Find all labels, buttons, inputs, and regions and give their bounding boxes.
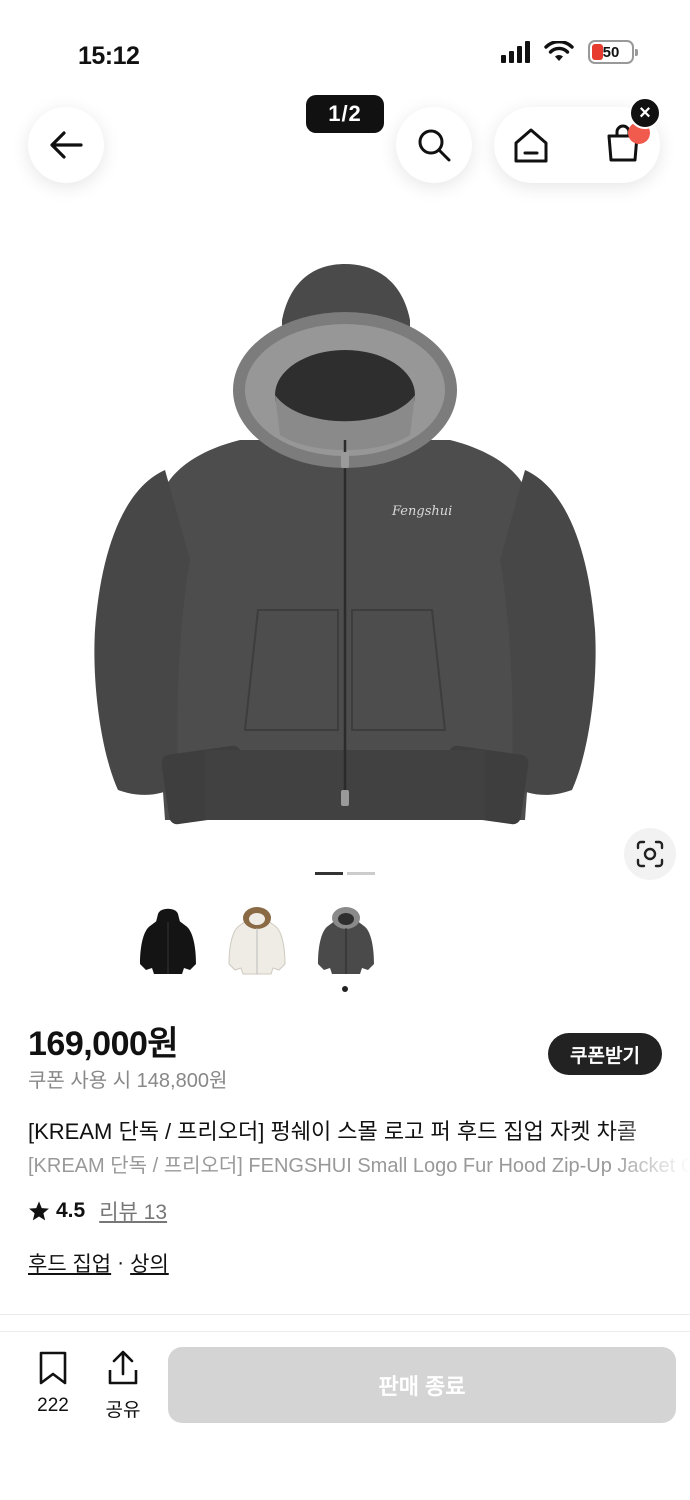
rating-value: 4.5 [56,1199,86,1222]
category-link-hood-zipup[interactable]: 후드 집업 [28,1248,111,1278]
wifi-icon [544,41,574,61]
category-separator: · [117,1251,125,1274]
share-icon [108,1350,138,1385]
status-time: 15:12 [78,42,140,70]
product-price: 169,000원 [28,1025,179,1063]
battery-level: 50 [602,43,620,61]
get-coupon-button[interactable]: 쿠폰받기 [548,1033,662,1075]
rating-row: 4.5 리뷰 13 [28,1196,167,1226]
category-link-tops[interactable]: 상의 [130,1248,169,1278]
product-image[interactable]: Fengshui [0,230,690,860]
search-icon [418,129,451,162]
thumbnail-charcoal[interactable] [313,900,379,980]
thumbnail-black[interactable] [135,900,201,980]
hoodie-thumbnail-black [140,908,196,974]
product-title-korean: [KREAM 단독 / 프리오더] 펑쉐이 스몰 로고 퍼 후드 집업 자켓 차… [28,1119,638,1144]
share-button[interactable]: 공유 [100,1350,146,1422]
hoodie-image: Fengshui [94,264,596,825]
coupon-price: 쿠폰 사용 시 148,800원 [28,1070,228,1092]
home-icon [514,128,548,163]
product-title-english: [KREAM 단독 / 프리오더] FENGSHUI Small Logo Fu… [28,1155,690,1177]
section-divider [0,1314,690,1332]
lens-search-button[interactable] [624,828,676,880]
scan-icon [636,840,664,868]
thumbnail-ivory[interactable] [224,900,290,980]
status-icons: 50 [501,40,638,64]
review-count-link[interactable]: 리뷰 13 [99,1196,167,1226]
share-label: 공유 [105,1400,141,1421]
bookmark-button[interactable]: 222 [28,1350,78,1417]
cellular-signal-icon [501,41,530,63]
status-bar: 15:12 50 [0,0,690,100]
close-button[interactable]: × [629,97,661,129]
selected-thumbnail-indicator [342,986,348,992]
back-button[interactable] [28,107,104,183]
sold-out-button[interactable]: 판매 종료 [168,1347,676,1423]
search-button[interactable] [396,107,472,183]
carousel-dot [347,872,375,875]
hoodie-thumbnail-charcoal [318,907,374,974]
title-fade-overlay [610,1110,690,1180]
star-icon [29,1201,49,1221]
category-breadcrumb: 후드 집업 · 상의 [28,1248,169,1278]
image-page-indicator: 1/2 [306,95,384,133]
image-carousel-dots [315,872,375,875]
home-button[interactable] [510,125,552,170]
bookmark-icon [39,1351,67,1385]
chest-logo-text: Fengshui [391,504,452,519]
battery-icon: 50 [588,40,638,64]
hoodie-thumbnail-ivory [228,907,286,975]
carousel-dot-active [315,872,343,875]
bookmark-count: 222 [37,1395,69,1416]
arrow-left-icon [50,131,83,159]
color-thumbnails [135,900,379,980]
